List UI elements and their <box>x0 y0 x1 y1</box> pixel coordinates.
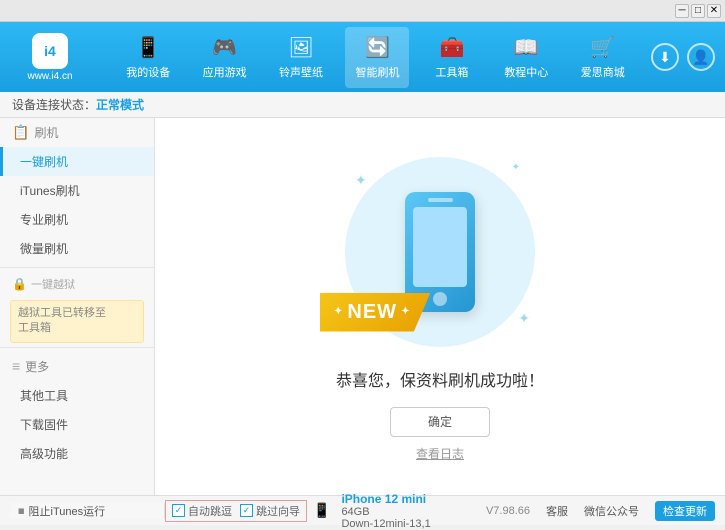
nav-smart-flash-label: 智能刷机 <box>355 64 399 80</box>
sidebar-lock-section: 🔒 一键越狱 <box>0 272 154 296</box>
checkbox-group: ✓ 自动跳逗 ✓ 跳过向导 <box>165 500 307 522</box>
nav-my-device-label: 我的设备 <box>126 64 170 80</box>
sidebar-item-advanced[interactable]: 高级功能 <box>0 439 154 468</box>
header-right: ⬇ 👤 <box>651 43 715 71</box>
sidebar-item-pro-flash[interactable]: 专业刷机 <box>0 205 154 234</box>
sparkle-top-right: ✦ <box>512 162 520 173</box>
nav-toolbox-label: 工具箱 <box>435 64 468 80</box>
close-button[interactable]: ✕ <box>707 4 721 18</box>
skip-wizard-check-box[interactable]: ✓ <box>240 504 253 517</box>
version-text: V7.98.66 <box>486 505 530 517</box>
wallpaper-icon: 🖼 <box>288 35 313 60</box>
nav-apps[interactable]: 🎮 应用游戏 <box>193 27 257 88</box>
nav-tutorial[interactable]: 📖 教程中心 <box>494 27 558 88</box>
new-banner: NEW <box>320 293 430 332</box>
auto-jump-checkbox[interactable]: ✓ 自动跳逗 <box>172 503 232 519</box>
more-section-icon: ≡ <box>12 358 20 374</box>
sidebar-section-flash: 📋 刷机 <box>0 118 154 147</box>
shop-icon: 🛒 <box>590 35 615 60</box>
sidebar-warning-box: 越狱工具已转移至工具箱 <box>10 300 144 343</box>
user-button[interactable]: 👤 <box>687 43 715 71</box>
nav-shop[interactable]: 🛒 爱思商城 <box>571 27 635 88</box>
nav-shop-label: 爱思商城 <box>581 64 625 80</box>
sidebar-divider-1 <box>0 267 154 268</box>
logo-text: www.i4.cn <box>27 71 72 82</box>
sidebar-item-download-firmware[interactable]: 下载固件 <box>0 410 154 439</box>
itunes-bar: ⏹ 阻止iTunes运行 <box>10 503 165 519</box>
flash-icon: 🔄 <box>365 35 390 60</box>
maximize-button[interactable]: □ <box>691 4 705 18</box>
auto-jump-check-box[interactable]: ✓ <box>172 504 185 517</box>
itunes-label: 阻止iTunes运行 <box>29 503 106 519</box>
download-button[interactable]: ⬇ <box>651 43 679 71</box>
phone-speaker <box>428 198 453 202</box>
main-layout: 📋 刷机 一键刷机 iTunes刷机 专业刷机 微量刷机 🔒 一键越狱 越狱工具… <box>0 118 725 495</box>
lock-icon: 🔒 <box>12 277 27 291</box>
sidebar-item-micro-flash[interactable]: 微量刷机 <box>0 234 154 263</box>
sparkle-bottom-right: ✦ <box>518 310 530 327</box>
itunes-icon: ⏹ <box>18 503 25 519</box>
bottom-left: ✓ 自动跳逗 ✓ 跳过向导 📱 iPhone 12 mini 64GB Down… <box>165 492 486 530</box>
sidebar-divider-2 <box>0 347 154 348</box>
phone-illustration: ✦ ✦ ✦ NEW <box>340 152 540 352</box>
confirm-button[interactable]: 确定 <box>390 407 490 437</box>
sidebar-section-more-label: 更多 <box>25 358 49 375</box>
game-icon: 🎮 <box>212 35 237 60</box>
nav-bar: 📱 我的设备 🎮 应用游戏 🖼 铃声壁纸 🔄 智能刷机 🧰 工具箱 📖 教程中心… <box>110 27 641 88</box>
bottom-right: V7.98.66 客服 微信公众号 检查更新 <box>486 501 715 521</box>
secondary-link[interactable]: 查看日志 <box>416 445 464 462</box>
sidebar-item-other-tools[interactable]: 其他工具 <box>0 381 154 410</box>
skip-wizard-label: 跳过向导 <box>256 503 300 519</box>
header: i4 www.i4.cn 📱 我的设备 🎮 应用游戏 🖼 铃声壁纸 🔄 智能刷机… <box>0 22 725 92</box>
content-area: ✦ ✦ ✦ NEW 恭喜您，保资料刷机成功啦！ 确定 查看日志 <box>155 118 725 495</box>
nav-toolbox[interactable]: 🧰 工具箱 <box>422 27 482 88</box>
logo-icon: i4 <box>32 33 68 69</box>
sparkle-top-left: ✦ <box>355 172 367 189</box>
sidebar-item-itunes-flash[interactable]: iTunes刷机 <box>0 176 154 205</box>
sidebar-section-flash-label: 刷机 <box>34 124 58 141</box>
phone-icon: 📱 <box>136 35 161 60</box>
service-link[interactable]: 客服 <box>546 503 568 519</box>
update-button[interactable]: 检查更新 <box>655 501 715 521</box>
logo-area: i4 www.i4.cn <box>10 33 90 82</box>
nav-tutorial-label: 教程中心 <box>504 64 548 80</box>
bottom-bar: ⏹ 阻止iTunes运行 ✓ 自动跳逗 ✓ 跳过向导 📱 iPhone 12 m… <box>0 495 725 525</box>
toolbox-icon: 🧰 <box>439 35 464 60</box>
status-bar: 设备连接状态： 正常模式 <box>0 92 725 118</box>
device-storage: 64GB <box>341 506 430 518</box>
sidebar: 📋 刷机 一键刷机 iTunes刷机 专业刷机 微量刷机 🔒 一键越狱 越狱工具… <box>0 118 155 495</box>
nav-apps-label: 应用游戏 <box>203 64 247 80</box>
skip-wizard-checkbox[interactable]: ✓ 跳过向导 <box>240 503 300 519</box>
sidebar-item-one-click-flash[interactable]: 一键刷机 <box>0 147 154 176</box>
nav-wallpaper[interactable]: 🖼 铃声壁纸 <box>269 27 333 88</box>
success-message: 恭喜您，保资料刷机成功啦！ <box>336 367 544 391</box>
minimize-button[interactable]: ─ <box>675 4 689 18</box>
device-icon: 📱 <box>313 502 330 519</box>
nav-my-device[interactable]: 📱 我的设备 <box>116 27 180 88</box>
title-bar: ─ □ ✕ <box>0 0 725 22</box>
device-info: iPhone 12 mini 64GB Down-12mini-13,1 <box>341 492 430 530</box>
nav-wallpaper-label: 铃声壁纸 <box>279 64 323 80</box>
tutorial-icon: 📖 <box>514 35 539 60</box>
auto-jump-label: 自动跳逗 <box>188 503 232 519</box>
status-prefix: 设备连接状态： <box>12 96 96 113</box>
device-name: iPhone 12 mini <box>341 492 430 506</box>
sidebar-section-more: ≡ 更多 <box>0 352 154 381</box>
status-value: 正常模式 <box>96 96 144 113</box>
flash-section-icon: 📋 <box>12 124 29 141</box>
phone-home-btn <box>433 292 447 306</box>
device-os: Down-12mini-13,1 <box>341 518 430 530</box>
phone-screen <box>413 207 467 287</box>
wechat-link[interactable]: 微信公众号 <box>584 503 639 519</box>
nav-smart-flash[interactable]: 🔄 智能刷机 <box>345 27 409 88</box>
